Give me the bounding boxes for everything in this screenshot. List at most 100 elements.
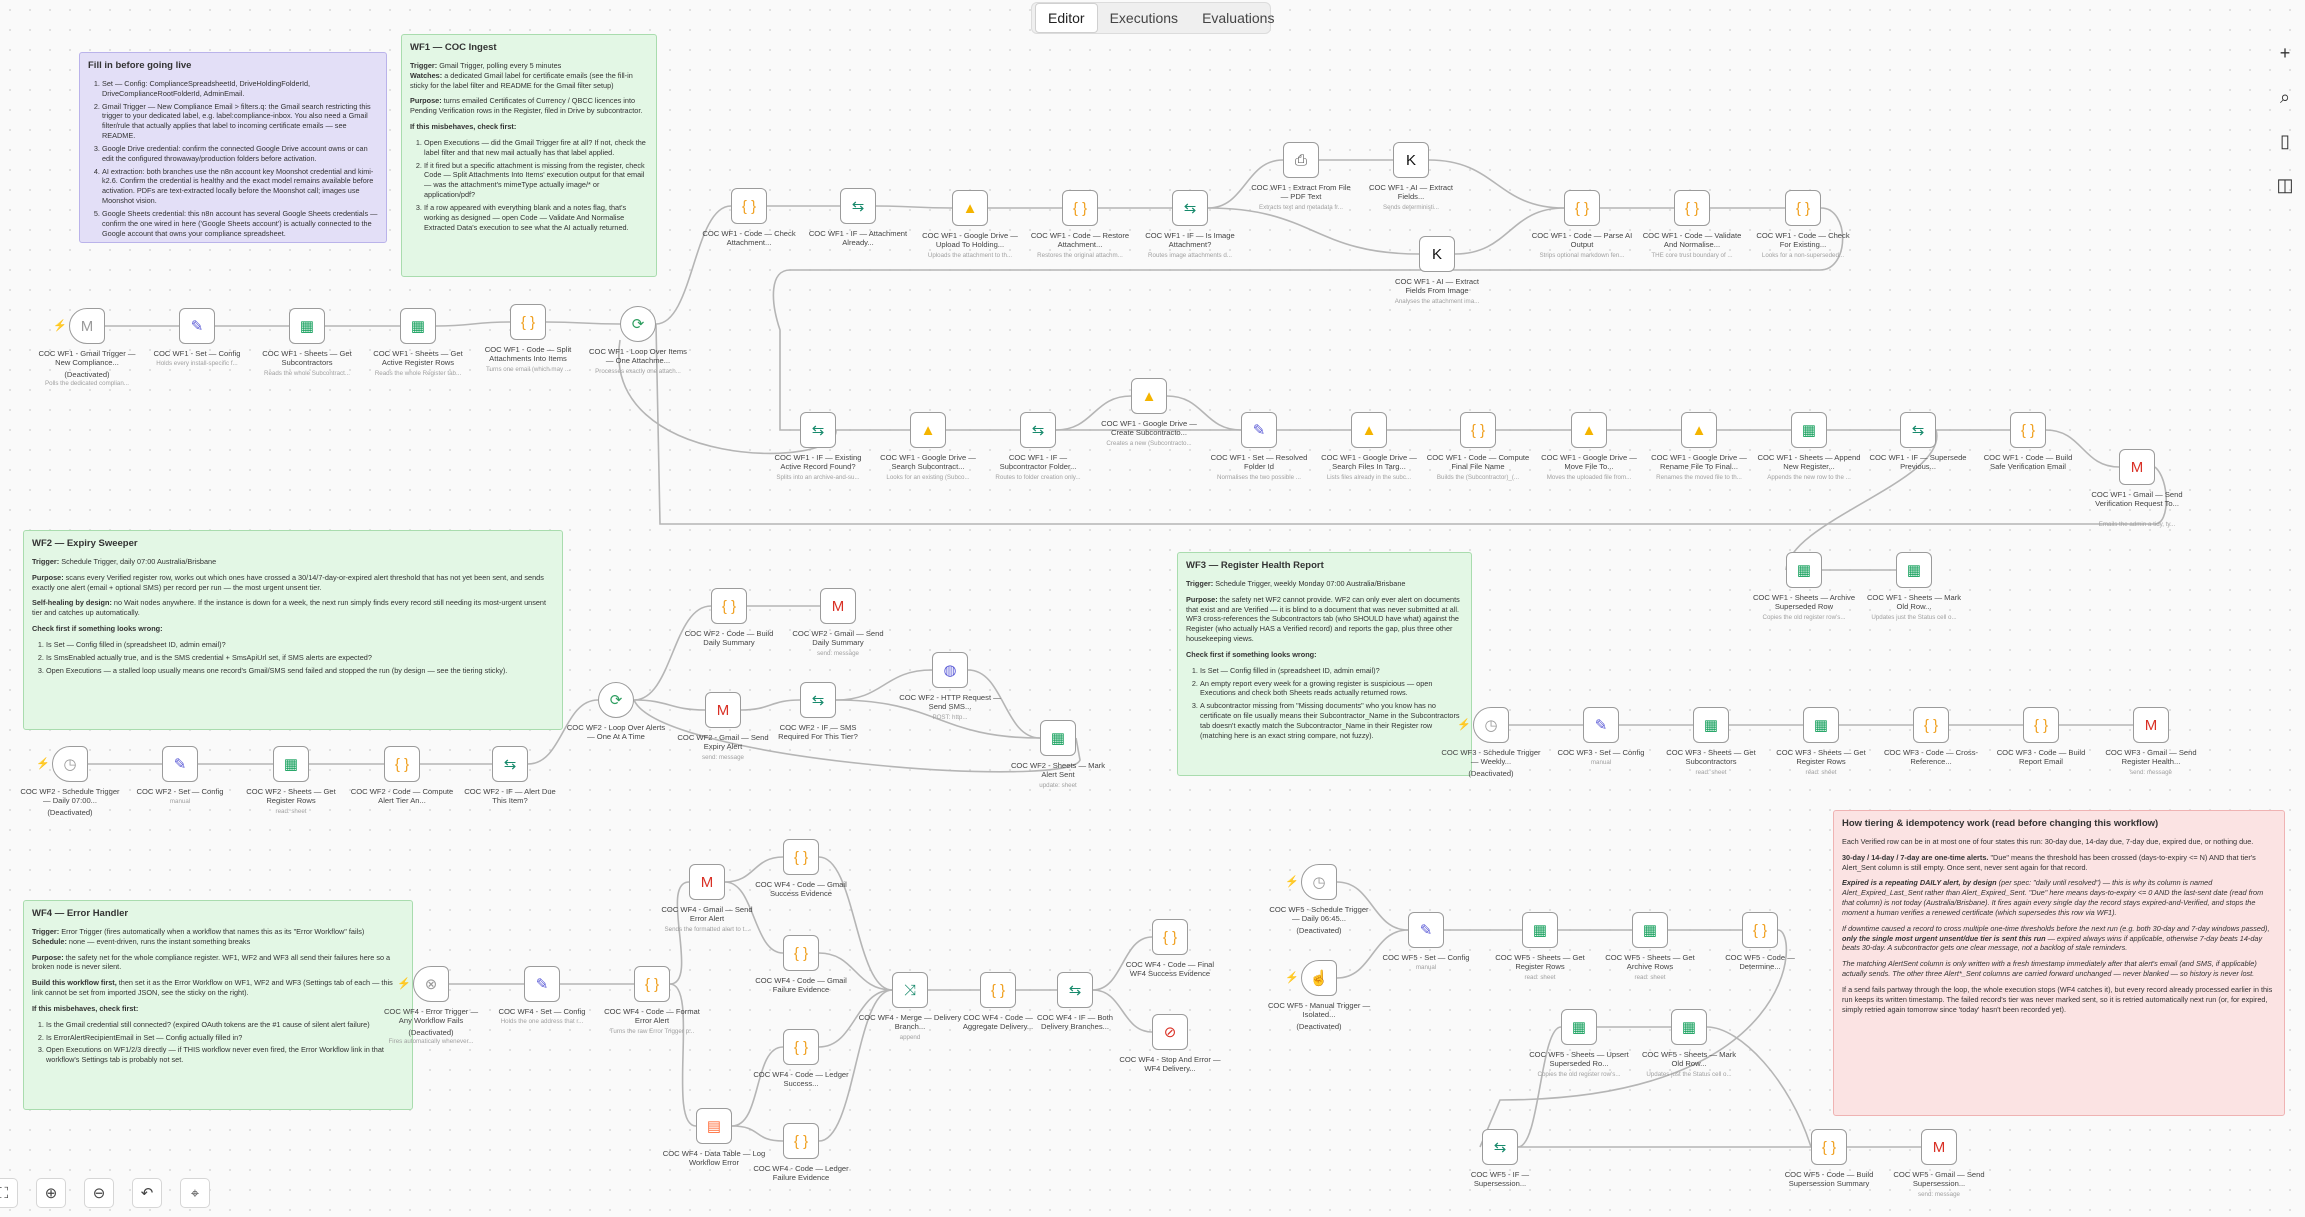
wf1-code-split-node[interactable]: { } xyxy=(510,304,546,340)
wf1-code-check-existing-node[interactable]: { } xyxy=(1785,190,1821,226)
panel-icon: ◫ xyxy=(2276,174,2294,195)
wf1-drive-rename-node[interactable]: ▲ xyxy=(1681,412,1717,448)
wf4-datatable-node[interactable]: ▤ xyxy=(696,1108,732,1144)
wf5-gmail-node[interactable]: M xyxy=(1921,1129,1957,1165)
tab-editor[interactable]: Editor xyxy=(1035,3,1098,33)
wf5-sheets-mark-node[interactable]: ▦ xyxy=(1671,1009,1707,1045)
sticky-wf2[interactable]: WF2 — Expiry Sweeper Trigger: Schedule T… xyxy=(23,530,563,730)
fit-view-button[interactable]: ⛶ xyxy=(0,1178,18,1208)
wf4-code-final-node[interactable]: { } xyxy=(1152,919,1188,955)
gmail-trigger-node[interactable]: M xyxy=(69,308,105,344)
wf1-if-existing-node[interactable]: ⇆ xyxy=(800,412,836,448)
wf1-sheets-get-active-node[interactable]: ▦ xyxy=(400,308,436,344)
wf1-code-safe-node[interactable]: { } xyxy=(2010,412,2046,448)
wf4-code-format-node[interactable]: { } xyxy=(634,966,670,1002)
wf1-set-folder-node[interactable]: ✎ xyxy=(1241,412,1277,448)
sticky-wf3[interactable]: WF3 — Register Health Report Trigger: Sc… xyxy=(1177,552,1472,776)
wf1-if-folder-node[interactable]: ⇆ xyxy=(1020,412,1056,448)
zoom-out-button[interactable]: ⊖ xyxy=(84,1178,114,1208)
node-note: Moves the uploaded file from... xyxy=(1546,474,1632,481)
wf4-stop-node[interactable]: ⊘ xyxy=(1152,1014,1188,1050)
wf1-loop-node[interactable]: ⟳ xyxy=(620,306,656,342)
wf4-code-gfail-node[interactable]: { } xyxy=(783,935,819,971)
wf5-code-summary-node[interactable]: { } xyxy=(1811,1129,1847,1165)
wf1-if-att-node[interactable]: ⇆ xyxy=(840,188,876,224)
wf3-gmail-node[interactable]: M xyxy=(2133,707,2169,743)
tab-executions[interactable]: Executions xyxy=(1098,4,1190,32)
wf1-sheets-mark-node[interactable]: ▦ xyxy=(1896,552,1932,588)
wf2-if-alert-node[interactable]: ⇆ xyxy=(492,746,528,782)
wf5-manual-node[interactable]: ☝ xyxy=(1301,960,1337,996)
wf1-drive-search-node[interactable]: ▲ xyxy=(910,412,946,448)
wf4-code-aggregate-node[interactable]: { } xyxy=(980,972,1016,1008)
wf1-sheets-get-subs-node[interactable]: ▦ xyxy=(289,308,325,344)
search-nodes-button[interactable]: ⌕ xyxy=(2270,82,2300,112)
wf5-schedule-node[interactable]: ◷ xyxy=(1301,864,1337,900)
wf1-drive-create-node[interactable]: ▲ xyxy=(1131,378,1167,414)
node-note: Builds the (Subcontractor)_(... xyxy=(1436,474,1520,481)
wf5-code-determine-node[interactable]: { } xyxy=(1742,912,1778,948)
wf2-gmail-summary-node[interactable]: M xyxy=(820,588,856,624)
sticky-wf4[interactable]: WF4 — Error Handler Trigger: Error Trigg… xyxy=(23,900,413,1110)
wf2-schedule-node[interactable]: ◷ xyxy=(52,746,88,782)
wf5-sheets-reg-node[interactable]: ▦ xyxy=(1522,912,1558,948)
tab-evaluations[interactable]: Evaluations xyxy=(1190,4,1286,32)
wf1-code-restore-node[interactable]: { } xyxy=(1062,190,1098,226)
wf1-gmail-send-node[interactable]: M xyxy=(2119,449,2155,485)
wf1-drive-files-node[interactable]: ▲ xyxy=(1351,412,1387,448)
wf2-sheets-mark-node[interactable]: ▦ xyxy=(1040,720,1076,756)
wf1-code-check-att-node[interactable]: { } xyxy=(731,188,767,224)
wf2-set-config-node[interactable]: ✎ xyxy=(162,746,198,782)
wf1-extract-pdf-node[interactable]: ⎙ xyxy=(1283,142,1319,178)
undo-button[interactable]: ↶ xyxy=(132,1178,162,1208)
wf4-merge-node[interactable]: ⤨ xyxy=(892,972,928,1008)
wf4-gmail-node[interactable]: M xyxy=(689,864,725,900)
wf1-drive-upload-node[interactable]: ▲ xyxy=(952,190,988,226)
toggle-panel-button[interactable]: ◫ xyxy=(2270,170,2300,200)
wf1-code-validate-node[interactable]: { } xyxy=(1674,190,1710,226)
wf1-drive-move-node[interactable]: ▲ xyxy=(1571,412,1607,448)
wf3-sheets-subs-node[interactable]: ▦ xyxy=(1693,707,1729,743)
wf5-if-super-node[interactable]: ⇆ xyxy=(1482,1129,1518,1165)
wf5-sheets-archive-node[interactable]: ▦ xyxy=(1632,912,1668,948)
sticky-fill-in[interactable]: Fill in before going live Set — Config: … xyxy=(79,52,387,243)
wf4-if-both-node[interactable]: ⇆ xyxy=(1057,972,1093,1008)
wf5-sheets-upsert-node[interactable]: ▦ xyxy=(1561,1009,1597,1045)
trigger-bolt-icon: ⚡ xyxy=(1285,972,1299,984)
node-note: Updates just the Status cell o... xyxy=(1646,1071,1732,1078)
add-node-button[interactable]: + xyxy=(2270,38,2300,68)
wf3-code-report-node[interactable]: { } xyxy=(2023,707,2059,743)
wf2-sheets-get-node[interactable]: ▦ xyxy=(273,746,309,782)
wf2-loop-node[interactable]: ⟳ xyxy=(598,682,634,718)
wf1-code-filename-node[interactable]: { } xyxy=(1460,412,1496,448)
wf4-code-lfail-node[interactable]: { } xyxy=(783,1123,819,1159)
wf3-schedule-node[interactable]: ◷ xyxy=(1473,707,1509,743)
zoom-in-button[interactable]: ⊕ xyxy=(36,1178,66,1208)
wf2-code-tier-node[interactable]: { } xyxy=(384,746,420,782)
wf1-if-image-node[interactable]: ⇆ xyxy=(1172,190,1208,226)
wf1-code-parse-node[interactable]: { } xyxy=(1564,190,1600,226)
wf4-set-config-node[interactable]: ✎ xyxy=(524,966,560,1002)
wf1-sheets-archive-node[interactable]: ▦ xyxy=(1786,552,1822,588)
add-sticky-button[interactable]: ▯ xyxy=(2270,126,2300,156)
wf4-error-trigger-node[interactable]: ⊗ xyxy=(413,966,449,1002)
wf3-set-config-node[interactable]: ✎ xyxy=(1583,707,1619,743)
sticky-tiering[interactable]: How tiering & idempotency work (read bef… xyxy=(1833,810,2285,1116)
wf4-code-lsuccess-node[interactable]: { } xyxy=(783,1029,819,1065)
wf5-set-config-node[interactable]: ✎ xyxy=(1408,912,1444,948)
wf4-code-gsuccess-node[interactable]: { } xyxy=(783,839,819,875)
wf1-ai-fields-node[interactable]: K xyxy=(1393,142,1429,178)
wf2-gmail-expiry-node[interactable]: M xyxy=(705,692,741,728)
wf2-http-node[interactable]: ◍ xyxy=(932,652,968,688)
wf1-if-supersede-node[interactable]: ⇆ xyxy=(1900,412,1936,448)
wf3-sheets-reg-node[interactable]: ▦ xyxy=(1803,707,1839,743)
node-label: COC WF1 - Code — Compute Final File Name xyxy=(1426,453,1530,472)
sticky-wf1[interactable]: WF1 — COC Ingest Trigger: Gmail Trigger,… xyxy=(401,34,657,277)
tidy-up-button[interactable]: ⌖ xyxy=(180,1178,210,1208)
wf1-set-config-node[interactable]: ✎ xyxy=(179,308,215,344)
wf3-code-cross-node[interactable]: { } xyxy=(1913,707,1949,743)
wf1-ai-image-node[interactable]: K xyxy=(1419,236,1455,272)
wf2-if-sms-node[interactable]: ⇆ xyxy=(800,682,836,718)
wf1-sheets-append-node[interactable]: ▦ xyxy=(1791,412,1827,448)
wf2-code-summary-node[interactable]: { } xyxy=(711,588,747,624)
